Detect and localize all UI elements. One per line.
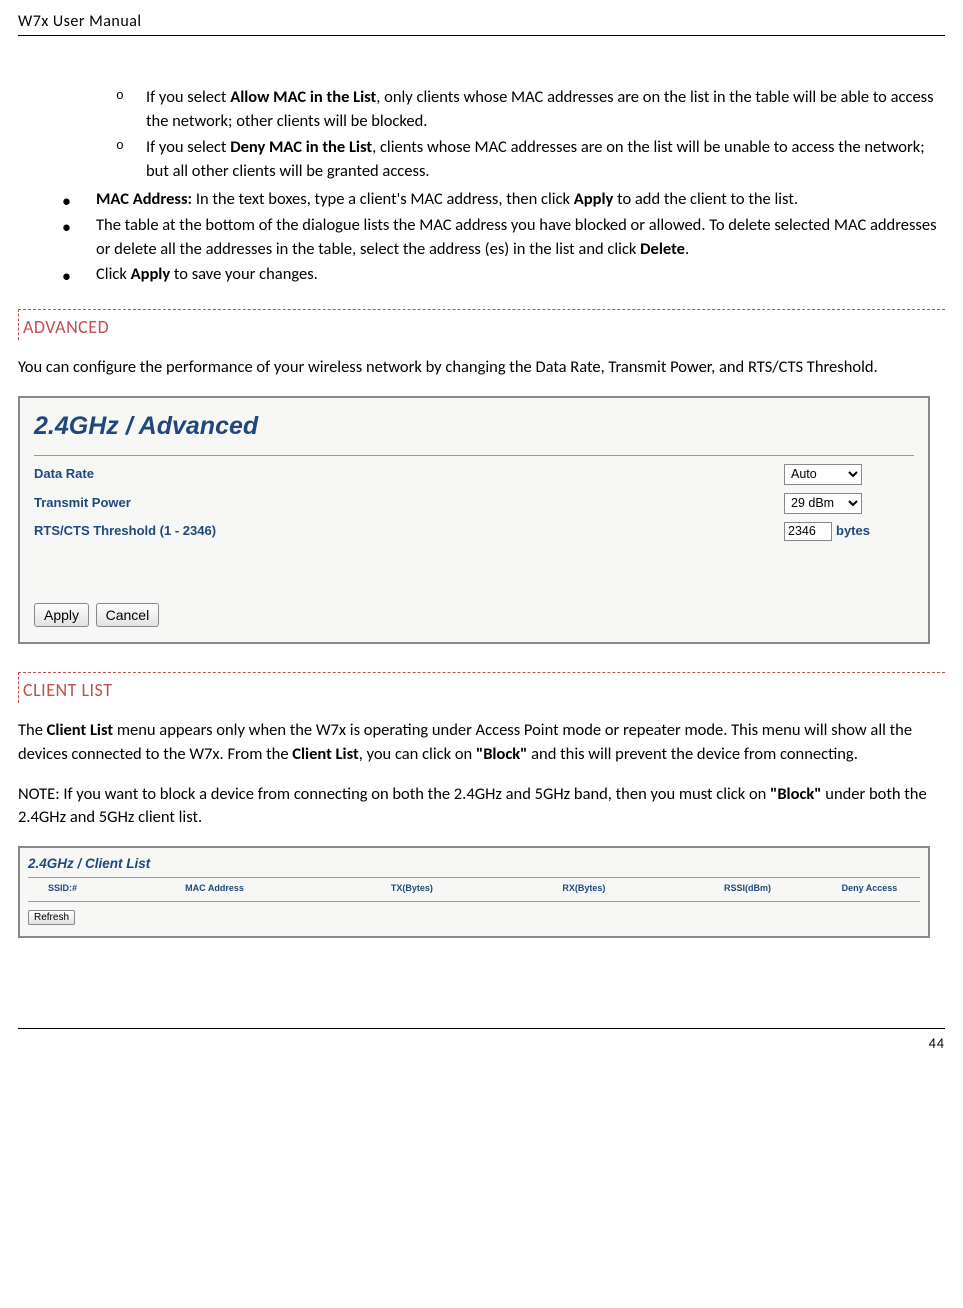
text: Click <box>96 264 131 284</box>
clientlist-heading: CLIENT LIST <box>23 677 945 703</box>
text-bold: Deny MAC in the List <box>230 137 372 157</box>
setting-row: RTS/CTS Threshold (1 - 2346) bytes <box>34 522 914 541</box>
divider <box>28 901 920 902</box>
col-deny: Deny Access <box>842 882 920 895</box>
text-bold: Allow MAC in the List <box>230 87 376 107</box>
text-bold: Client List <box>47 720 113 740</box>
text-bold: "Block" <box>770 784 821 804</box>
data-rate-select[interactable]: Auto <box>784 464 862 485</box>
text-bold: Client List <box>292 744 358 764</box>
button-row: Apply Cancel <box>34 603 914 628</box>
col-mac: MAC Address <box>185 882 391 895</box>
col-rssi: RSSI(dBm) <box>724 882 842 895</box>
clientlist-shot-title: 2.4GHz / Client List <box>28 854 920 874</box>
divider <box>34 455 914 456</box>
col-rx: RX(Bytes) <box>562 882 724 895</box>
advanced-shot-title: 2.4GHz / Advanced <box>34 408 914 444</box>
main-bullet-list: MAC Address: In the text boxes, type a c… <box>18 188 945 288</box>
text-bold: Apply <box>574 189 614 209</box>
data-rate-label: Data Rate <box>34 465 784 484</box>
clientlist-paragraph-2: NOTE: If you want to block a device from… <box>18 783 945 831</box>
text: If you select <box>146 87 230 107</box>
advanced-section: ADVANCED <box>18 309 945 340</box>
text: NOTE: If you want to block a device from… <box>18 784 770 804</box>
setting-row: Data Rate Auto <box>34 464 914 485</box>
text: , you can click on <box>359 744 476 764</box>
text: In the text boxes, type a client's MAC a… <box>192 189 574 209</box>
list-item: The table at the bottom of the dialogue … <box>96 214 945 262</box>
refresh-button[interactable]: Refresh <box>28 910 75 925</box>
header-title: W7x User Manual <box>18 12 142 31</box>
divider <box>28 877 920 878</box>
clientlist-section: CLIENT LIST <box>18 672 945 703</box>
body-content: If you select Allow MAC in the List, onl… <box>18 86 945 938</box>
column-headers: SSID:# MAC Address TX(Bytes) RX(Bytes) R… <box>28 880 920 901</box>
unit-label: bytes <box>836 522 870 541</box>
rts-threshold-input[interactable] <box>784 522 832 541</box>
footer: 44 <box>18 1028 945 1062</box>
text-bold: MAC Address: <box>96 189 192 209</box>
page-number: 44 <box>929 1035 945 1052</box>
rts-threshold-label: RTS/CTS Threshold (1 - 2346) <box>34 522 784 541</box>
clientlist-paragraph-1: The Client List menu appears only when t… <box>18 719 945 767</box>
text: and this will prevent the device from co… <box>527 744 857 764</box>
text: The table at the bottom of the dialogue … <box>96 215 937 259</box>
setting-row: Transmit Power 29 dBm <box>34 493 914 514</box>
list-item: If you select Deny MAC in the List, clie… <box>146 136 945 184</box>
transmit-power-select[interactable]: 29 dBm <box>784 493 862 514</box>
advanced-paragraph: You can configure the performance of you… <box>18 356 945 380</box>
list-item: Click Apply to save your changes. <box>96 263 945 287</box>
text-bold: Delete <box>640 239 685 259</box>
list-item: MAC Address: In the text boxes, type a c… <box>96 188 945 212</box>
text: to save your changes. <box>170 264 318 284</box>
advanced-heading: ADVANCED <box>23 314 945 340</box>
transmit-power-label: Transmit Power <box>34 494 784 513</box>
apply-button[interactable]: Apply <box>34 603 89 627</box>
list-item: If you select Allow MAC in the List, onl… <box>146 86 945 134</box>
text-bold: "Block" <box>476 744 527 764</box>
cancel-button[interactable]: Cancel <box>96 603 160 627</box>
document-header: W7x User Manual <box>18 12 945 36</box>
text: The <box>18 720 47 740</box>
text: . <box>685 239 689 259</box>
advanced-screenshot: 2.4GHz / Advanced Data Rate Auto Transmi… <box>18 396 930 643</box>
sub-bullet-list: If you select Allow MAC in the List, onl… <box>18 86 945 184</box>
text-bold: Apply <box>131 264 171 284</box>
text: to add the client to the list. <box>613 189 798 209</box>
clientlist-screenshot: 2.4GHz / Client List SSID:# MAC Address … <box>18 846 930 938</box>
col-tx: TX(Bytes) <box>391 882 562 895</box>
col-ssid: SSID:# <box>48 882 185 895</box>
text: If you select <box>146 137 230 157</box>
